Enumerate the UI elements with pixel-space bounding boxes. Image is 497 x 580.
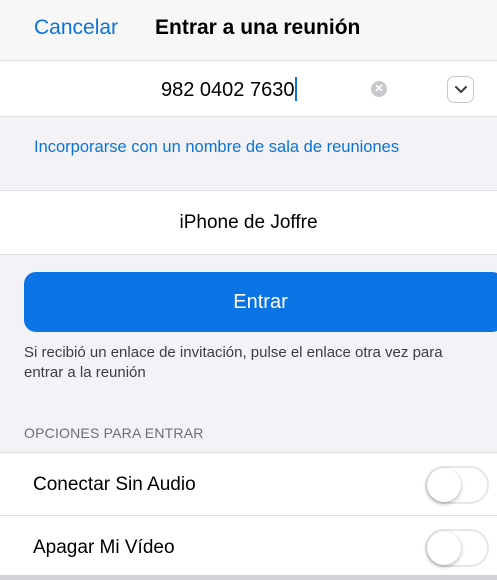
history-dropdown-button[interactable] <box>447 76 474 103</box>
toggle-knob <box>427 468 461 502</box>
display-name-input[interactable]: iPhone de Joffre <box>0 212 497 234</box>
meeting-id-field[interactable]: 982 0402 7630 ✕ <box>0 60 497 117</box>
toggle-knob <box>427 531 461 565</box>
option-label: Apagar Mi Vídeo <box>33 537 175 558</box>
nav-bar: Cancelar Entrar a una reunión <box>0 0 497 60</box>
page-title: Entrar a una reunión <box>155 16 361 39</box>
option-row-no-audio: Conectar Sin Audio <box>0 452 497 515</box>
bottom-divider <box>0 575 497 580</box>
meeting-id-value: 982 0402 7630 <box>161 79 295 101</box>
room-name-link-row: Incorporarse con un nombre de sala de re… <box>0 117 497 187</box>
no-audio-toggle[interactable] <box>425 466 489 504</box>
clear-icon[interactable]: ✕ <box>371 81 387 97</box>
join-button-label: Entrar <box>233 291 288 313</box>
option-label: Conectar Sin Audio <box>33 474 196 495</box>
option-row-video-off: Apagar Mi Vídeo <box>0 515 497 578</box>
join-with-room-name-link[interactable]: Incorporarse con un nombre de sala de re… <box>34 138 399 157</box>
display-name-field[interactable]: iPhone de Joffre <box>0 190 497 255</box>
join-button[interactable]: Entrar <box>24 272 497 332</box>
text-cursor <box>295 77 298 101</box>
invitation-hint: Si recibió un enlace de invitación, puls… <box>24 344 443 381</box>
join-options-header: OPCIONES PARA ENTRAR <box>24 425 204 441</box>
chevron-down-icon <box>455 86 467 93</box>
meeting-id-input[interactable]: 982 0402 7630 <box>161 77 298 102</box>
video-off-toggle[interactable] <box>425 529 489 567</box>
cancel-button[interactable]: Cancelar <box>34 16 118 40</box>
